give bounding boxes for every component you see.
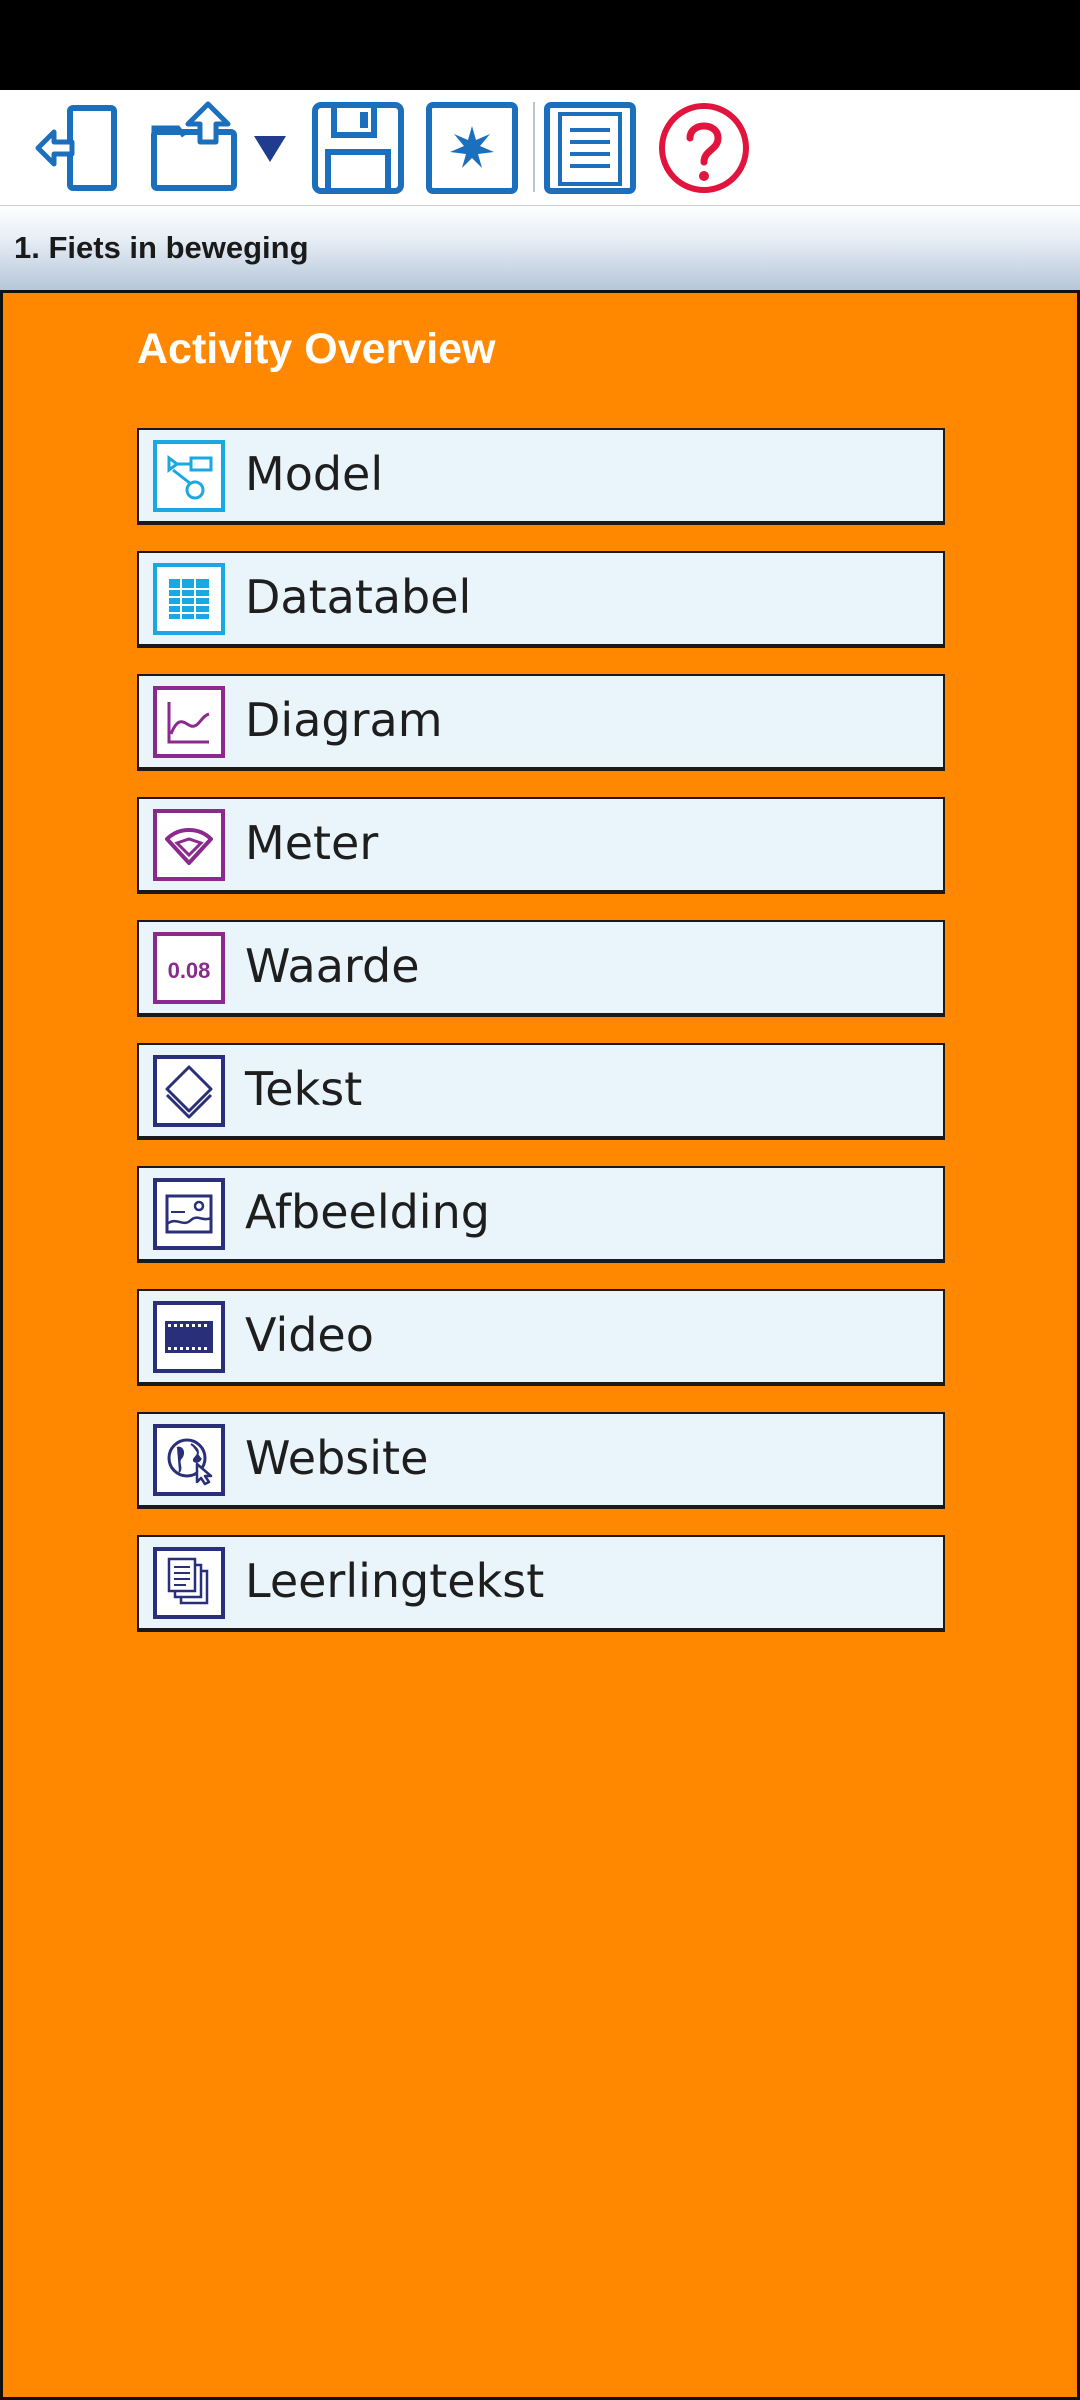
item-label: Diagram (245, 693, 443, 747)
activity-overview-panel: Activity Overview Model Datatabel Diagra… (0, 290, 1080, 2400)
item-label: Afbeelding (245, 1185, 490, 1239)
table-icon (153, 563, 225, 635)
notes-icon (544, 102, 636, 194)
item-label: Leerlingtekst (245, 1554, 545, 1608)
image-icon (153, 1178, 225, 1250)
item-website[interactable]: Website (137, 1412, 945, 1507)
graph-icon (153, 686, 225, 758)
item-label: Waarde (245, 939, 420, 993)
svg-text:0.08: 0.08 (168, 958, 211, 983)
gauge-icon (153, 809, 225, 881)
item-diagram[interactable]: Diagram (137, 674, 945, 769)
item-model[interactable]: Model (137, 428, 945, 523)
toolbar (0, 90, 1080, 206)
help-icon (659, 103, 749, 193)
item-label: Datatabel (245, 570, 472, 624)
activity-title-bar: 1. Fiets in beweging (0, 206, 1080, 290)
activity-title: 1. Fiets in beweging (14, 230, 309, 265)
text-icon (153, 1055, 225, 1127)
item-video[interactable]: Video (137, 1289, 945, 1384)
value-icon: 0.08 (153, 932, 225, 1004)
notes-button[interactable] (542, 100, 638, 196)
save-icon (312, 102, 404, 194)
status-bar (0, 0, 1080, 90)
new-button[interactable] (424, 100, 520, 196)
item-label: Website (245, 1431, 429, 1485)
website-icon (153, 1424, 225, 1496)
export-button[interactable] (148, 100, 244, 196)
item-afbeelding[interactable]: Afbeelding (137, 1166, 945, 1261)
video-icon (153, 1301, 225, 1373)
export-dropdown[interactable] (252, 130, 288, 166)
item-label: Meter (245, 816, 379, 870)
item-label: Tekst (245, 1062, 363, 1116)
item-label: Model (245, 447, 384, 501)
exit-button[interactable] (30, 100, 126, 196)
panel-title: Activity Overview (137, 325, 496, 373)
export-icon (151, 101, 237, 191)
item-datatabel[interactable]: Datatabel (137, 551, 945, 646)
new-icon (426, 102, 518, 194)
student-text-icon (153, 1547, 225, 1619)
item-label: Video (245, 1308, 374, 1362)
item-meter[interactable]: Meter (137, 797, 945, 892)
item-leerlingtekst[interactable]: Leerlingtekst (137, 1535, 945, 1630)
item-tekst[interactable]: Tekst (137, 1043, 945, 1138)
dropdown-arrow-icon (254, 136, 286, 162)
toolbar-separator (533, 102, 535, 192)
help-button[interactable] (656, 100, 752, 196)
model-icon (153, 440, 225, 512)
item-waarde[interactable]: 0.08 Waarde (137, 920, 945, 1015)
save-button[interactable] (310, 100, 406, 196)
exit-icon (35, 105, 117, 191)
